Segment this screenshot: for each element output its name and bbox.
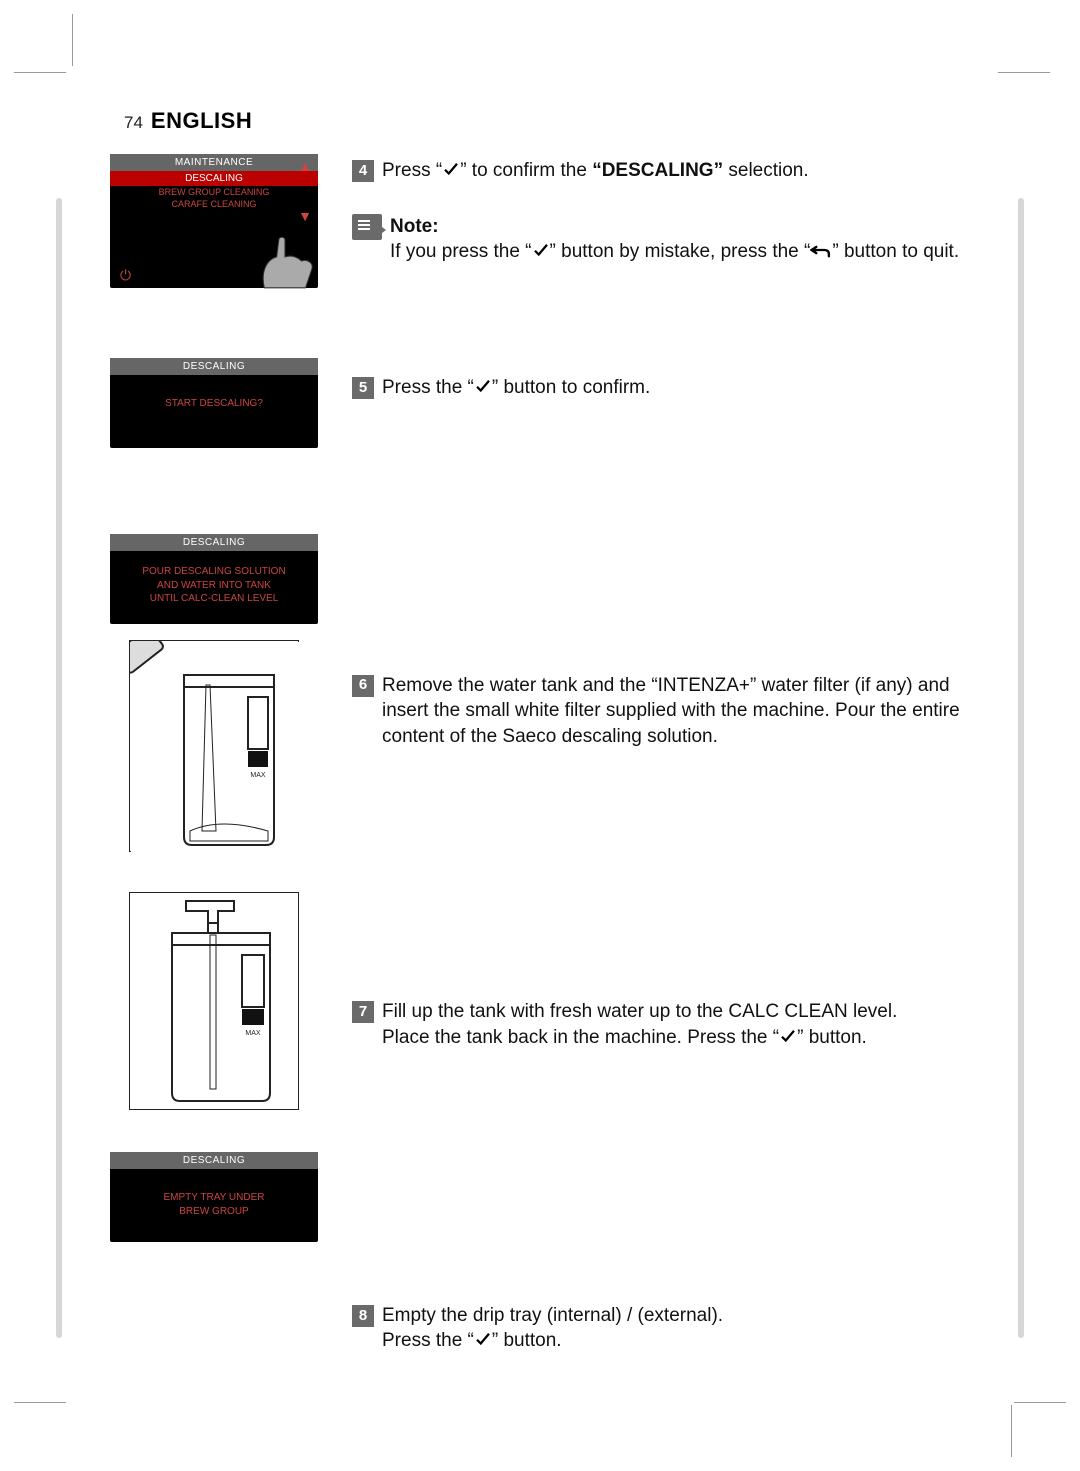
- chevron-down-icon: ▼: [298, 208, 312, 224]
- svg-text:MAX: MAX: [245, 1030, 261, 1037]
- illustration-pour-solution: MAX: [129, 640, 299, 852]
- check-icon: [442, 160, 460, 178]
- chevron-up-icon: ▲: [298, 158, 312, 174]
- page-edge-left: [56, 198, 62, 1338]
- manual-page: 74 ENGLISH MAINTENANCE DESCALING BREW GR…: [82, 82, 998, 1389]
- menu-item: BREW GROUP CLEANING: [110, 186, 318, 198]
- screen-title: DESCALING: [110, 534, 318, 551]
- svg-text:MAX: MAX: [250, 772, 266, 779]
- step-text: Press the “” button to confirm.: [382, 375, 988, 401]
- step-8: 8 Empty the drip tray (internal) / (exte…: [352, 1303, 988, 1354]
- menu-item-selected: DESCALING: [110, 171, 318, 186]
- note-block: Note: If you press the “” button by mist…: [352, 214, 988, 265]
- step-4: 4 Press “” to confirm the “DESCALING” se…: [352, 158, 988, 184]
- page-number: 74: [124, 113, 143, 133]
- note-label: Note:: [390, 216, 439, 237]
- note-text: If you press the “” button by mistake, p…: [390, 241, 959, 262]
- screen-title: DESCALING: [110, 358, 318, 375]
- illustration-column: MAINTENANCE DESCALING BREW GROUP CLEANIN…: [110, 154, 318, 1354]
- step-6: 6 Remove the water tank and the “INTENZA…: [352, 673, 988, 750]
- menu-item: CARAFE CLEANING: [110, 198, 318, 210]
- step-text: Empty the drip tray (internal) / (extern…: [382, 1303, 988, 1354]
- step-text: Fill up the tank with fresh water up to …: [382, 999, 988, 1050]
- screen-body: POUR DESCALING SOLUTION AND WATER INTO T…: [110, 551, 318, 620]
- check-icon: [779, 1027, 797, 1045]
- screen-body: START DESCALING?: [110, 375, 318, 433]
- back-icon: [810, 241, 832, 259]
- screen-body: EMPTY TRAY UNDER BREW GROUP: [110, 1169, 318, 1232]
- step-text: Remove the water tank and the “INTENZA+”…: [382, 673, 988, 750]
- page-edge-right: [1018, 198, 1024, 1338]
- screen-title: MAINTENANCE: [110, 154, 318, 171]
- screen-title: DESCALING: [110, 1152, 318, 1169]
- machine-screen-menu: MAINTENANCE DESCALING BREW GROUP CLEANIN…: [110, 154, 318, 288]
- step-number: 5: [352, 377, 374, 399]
- illustration-fill-water: MAX: [129, 892, 299, 1110]
- check-icon: [532, 241, 550, 259]
- step-number: 8: [352, 1305, 374, 1327]
- language-label: ENGLISH: [151, 108, 252, 134]
- instruction-column: 4 Press “” to confirm the “DESCALING” se…: [352, 154, 998, 1354]
- page-header: 74 ENGLISH: [124, 108, 998, 134]
- machine-screen-pour: DESCALING POUR DESCALING SOLUTION AND WA…: [110, 534, 318, 624]
- check-icon: [474, 377, 492, 395]
- machine-screen-empty-tray: DESCALING EMPTY TRAY UNDER BREW GROUP: [110, 1152, 318, 1242]
- escape-icon: ⏻: [120, 267, 131, 284]
- step-number: 7: [352, 1001, 374, 1023]
- step-7: 7 Fill up the tank with fresh water up t…: [352, 999, 988, 1050]
- pointing-hand-icon: [254, 228, 320, 294]
- note-icon: [352, 214, 382, 240]
- step-text: Press “” to confirm the “DESCALING” sele…: [382, 158, 988, 184]
- machine-screen-confirm: DESCALING START DESCALING?: [110, 358, 318, 448]
- step-number: 4: [352, 160, 374, 182]
- step-5: 5 Press the “” button to confirm.: [352, 375, 988, 401]
- check-icon: [474, 1330, 492, 1348]
- step-number: 6: [352, 675, 374, 697]
